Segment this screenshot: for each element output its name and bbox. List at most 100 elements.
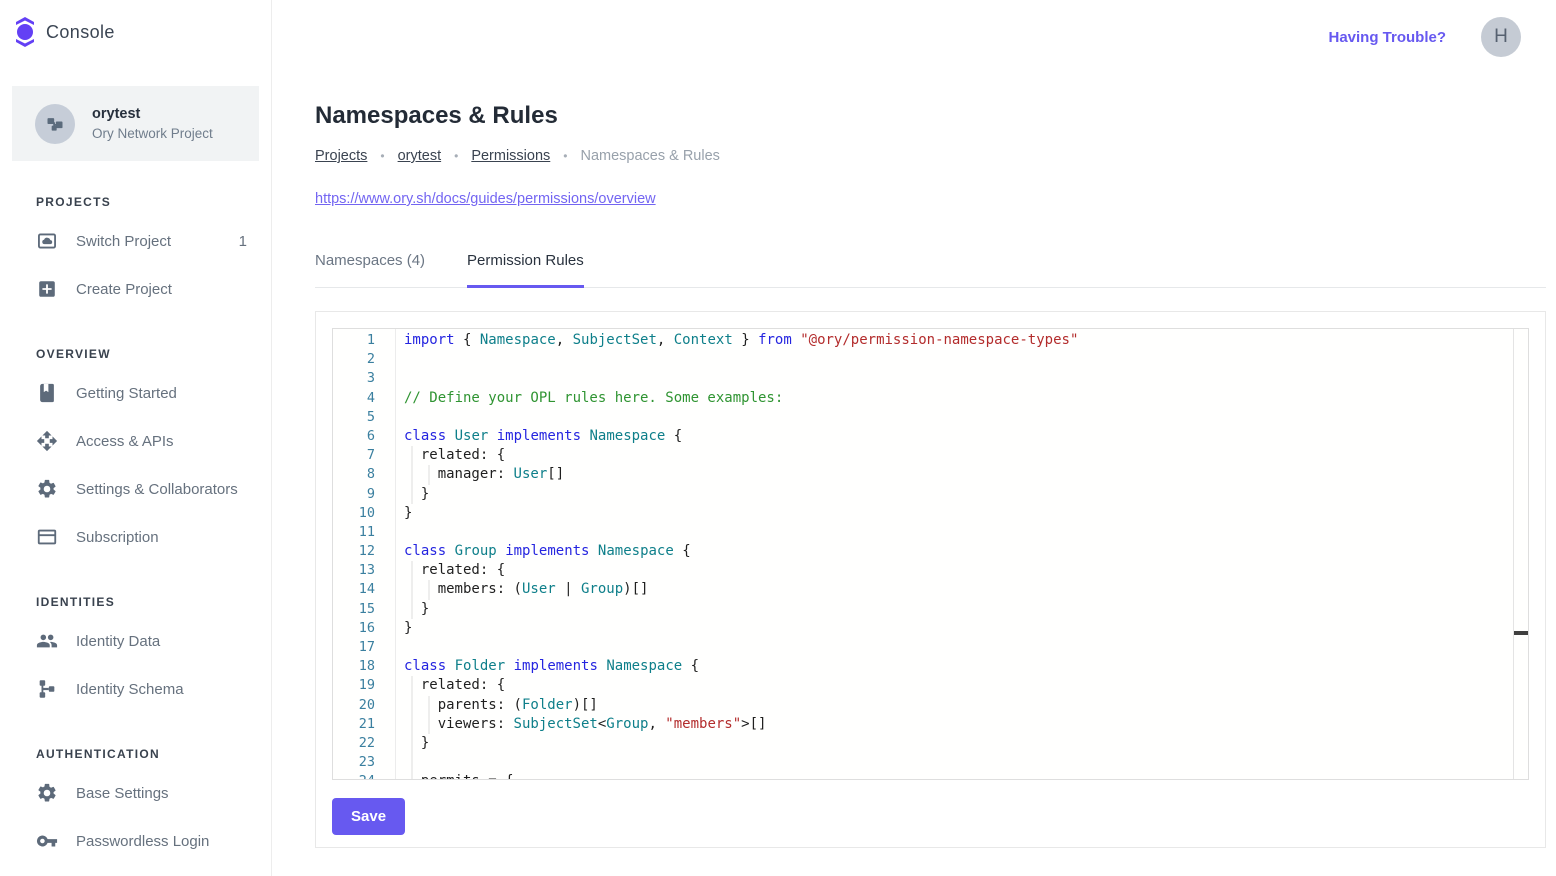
sidebar-item-getting-started[interactable]: Getting Started: [0, 369, 271, 417]
line-number: 19: [333, 676, 375, 695]
indent-guide: [421, 465, 438, 484]
project-switcher-current[interactable]: orytest Ory Network Project: [12, 86, 259, 161]
line-number: 12: [333, 542, 375, 561]
code-line: [404, 408, 1513, 427]
code-lines[interactable]: import { Namespace, SubjectSet, Context …: [396, 329, 1513, 779]
code-line: members: (User | Group)[]: [404, 580, 1513, 599]
code-editor[interactable]: 123456789101112131415161718192021222324 …: [332, 328, 1529, 780]
line-number: 5: [333, 408, 375, 427]
sidebar-section: OVERVIEW Getting Started Access & APIs Sett…: [0, 339, 271, 561]
sidebar-section-heading: IDENTITIES: [0, 587, 271, 617]
sidebar-section-heading: OVERVIEW: [0, 339, 271, 369]
indent-guide: [404, 465, 421, 484]
scrollbar-thumb[interactable]: [1514, 631, 1528, 635]
sidebar-item-label: Switch Project: [76, 233, 221, 250]
line-number: 21: [333, 715, 375, 734]
switch-project-icon: [36, 230, 58, 252]
indent-guide: [404, 772, 421, 779]
topbar: Having Trouble? H: [272, 0, 1556, 74]
line-number: 20: [333, 696, 375, 715]
code-line: related: {: [404, 676, 1513, 695]
indent-guide: [404, 485, 421, 504]
gear-icon: [36, 782, 58, 804]
code-line: [404, 638, 1513, 657]
ory-logo-icon: [14, 16, 36, 48]
line-number: 24: [333, 772, 375, 780]
project-name: orytest: [92, 106, 213, 122]
sidebar-item-label: Passwordless Login: [76, 833, 247, 850]
sidebar-section-heading: PROJECTS: [0, 187, 271, 217]
line-number: 3: [333, 369, 375, 388]
indent-guide: [404, 696, 421, 715]
sidebar-item-base-settings[interactable]: Base Settings: [0, 769, 271, 817]
line-number: 16: [333, 619, 375, 638]
breadcrumb-item[interactable]: Permissions: [471, 148, 550, 164]
tab-namespaces-4-[interactable]: Namespaces (4): [315, 252, 425, 287]
sidebar-item-access-apis[interactable]: Access & APIs: [0, 417, 271, 465]
sidebar-section: PROJECTSSwitch Project1Create Project: [0, 187, 271, 313]
code-line: manager: User[]: [404, 465, 1513, 484]
indent-guide: [404, 753, 421, 772]
breadcrumb-item[interactable]: orytest: [398, 148, 442, 164]
having-trouble-link[interactable]: Having Trouble?: [1328, 29, 1446, 46]
breadcrumb-item[interactable]: Projects: [315, 148, 367, 164]
sidebar-item-label: Getting Started: [76, 385, 247, 402]
sidebar-item-switch-project[interactable]: Switch Project1: [0, 217, 271, 265]
code-line: viewers: SubjectSet<Group, "members">[]: [404, 715, 1513, 734]
line-number: 8: [333, 465, 375, 484]
sidebar-section: AUTHENTICATIONBase SettingsPasswordless …: [0, 739, 271, 865]
sidebar-item-label: Identity Data: [76, 633, 247, 650]
indent-guide: [421, 715, 438, 734]
code-line: [404, 350, 1513, 369]
code-line: }: [404, 619, 1513, 638]
code-line: parents: (Folder)[]: [404, 696, 1513, 715]
console-logo-home[interactable]: Console: [0, 0, 271, 64]
indent-guide: [404, 561, 421, 580]
code-line: class Folder implements Namespace {: [404, 657, 1513, 676]
line-number: 7: [333, 446, 375, 465]
sidebar-item-label: Settings & Collaborators: [76, 481, 247, 498]
sidebar-item-identity-data[interactable]: Identity Data: [0, 617, 271, 665]
book-icon: [36, 382, 58, 404]
breadcrumb-separator-icon: •: [380, 149, 384, 163]
line-number: 1: [333, 331, 375, 350]
code-line: }: [404, 600, 1513, 619]
key-icon: [36, 830, 58, 852]
line-number: 9: [333, 485, 375, 504]
move-icon: [36, 430, 58, 452]
credit-card-icon: [36, 526, 58, 548]
code-line: }: [404, 734, 1513, 753]
tab-bar: Namespaces (4) Permission Rules: [315, 252, 1546, 288]
sidebar-item-label: Access & APIs: [76, 433, 247, 450]
tab-permission-rules[interactable]: Permission Rules: [467, 252, 584, 287]
code-line: import { Namespace, SubjectSet, Context …: [404, 331, 1513, 350]
app-title: Console: [46, 22, 115, 43]
line-number: 4: [333, 389, 375, 408]
line-number: 23: [333, 753, 375, 772]
editor-scrollbar[interactable]: [1513, 329, 1528, 779]
code-line: permits = {: [404, 772, 1513, 779]
docs-link[interactable]: https://www.ory.sh/docs/guides/permissio…: [315, 191, 656, 207]
sidebar-item-label: Subscription: [76, 529, 247, 546]
user-avatar[interactable]: H: [1481, 17, 1521, 57]
sidebar: Console orytest Ory Network Project PROJ…: [0, 0, 272, 876]
sidebar-sections: PROJECTSSwitch Project1Create Project OVE…: [0, 187, 271, 865]
sidebar-item-identity-schema[interactable]: Identity Schema: [0, 665, 271, 713]
line-number: 17: [333, 638, 375, 657]
gear-icon: [36, 478, 58, 500]
sidebar-item-settings-collaborators[interactable]: Settings & Collaborators: [0, 465, 271, 513]
line-number: 22: [333, 734, 375, 753]
save-button[interactable]: Save: [332, 798, 405, 835]
breadcrumb-item: Namespaces & Rules: [580, 148, 719, 164]
line-number: 15: [333, 600, 375, 619]
line-number: 14: [333, 580, 375, 599]
sidebar-item-label: Identity Schema: [76, 681, 247, 698]
indent-guide: [404, 676, 421, 695]
sidebar-item-create-project[interactable]: Create Project: [0, 265, 271, 313]
code-line: related: {: [404, 561, 1513, 580]
sidebar-item-passwordless-login[interactable]: Passwordless Login: [0, 817, 271, 865]
code-line: class Group implements Namespace {: [404, 542, 1513, 561]
indent-guide: [404, 580, 421, 599]
page-title: Namespaces & Rules: [315, 102, 1546, 130]
sidebar-item-subscription[interactable]: Subscription: [0, 513, 271, 561]
